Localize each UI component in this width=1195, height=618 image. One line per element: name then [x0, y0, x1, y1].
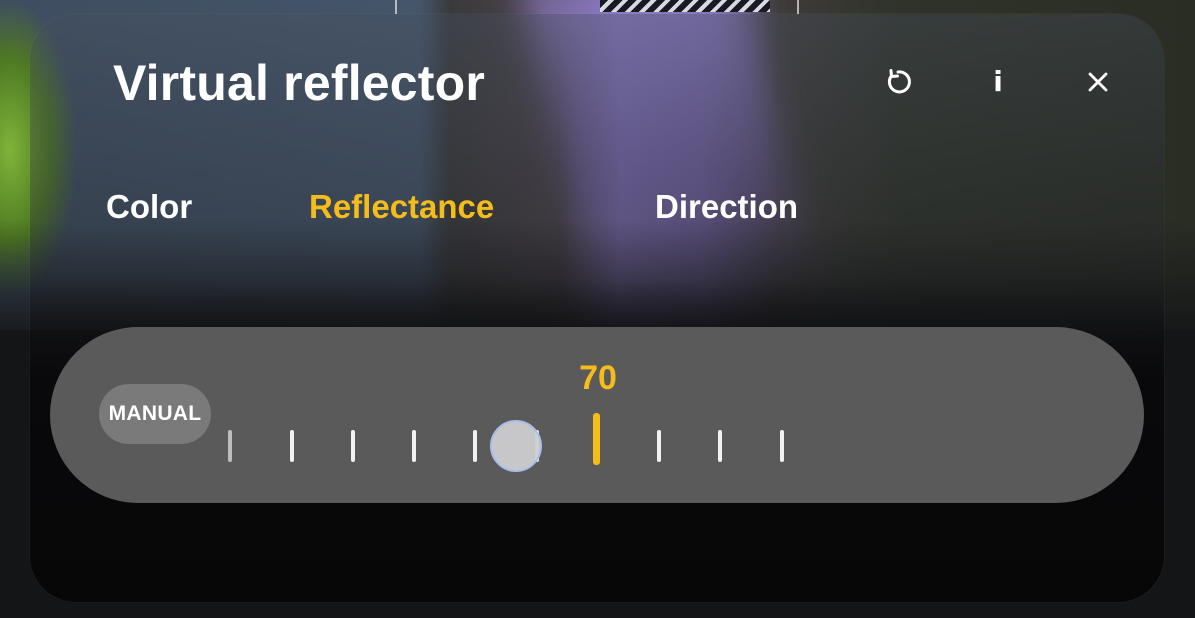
- manual-mode-button[interactable]: MANUAL: [99, 384, 211, 444]
- info-button[interactable]: i: [976, 60, 1020, 104]
- tab-color[interactable]: Color: [106, 188, 192, 226]
- slider-tick: [228, 430, 232, 462]
- close-button[interactable]: [1076, 60, 1120, 104]
- slider-tick: [718, 430, 722, 462]
- tab-direction[interactable]: Direction: [655, 188, 798, 226]
- close-icon: [1088, 72, 1108, 92]
- slider-tick: [412, 430, 416, 462]
- camera-screen: Virtual reflector i Color Reflectance Di…: [0, 0, 1195, 618]
- tab-reflectance[interactable]: Reflectance: [309, 188, 494, 226]
- reflectance-slider[interactable]: MANUAL 70: [50, 327, 1144, 503]
- slider-thumb[interactable]: [490, 420, 542, 472]
- virtual-reflector-panel: Virtual reflector i Color Reflectance Di…: [30, 14, 1164, 602]
- reset-icon: [888, 69, 911, 94]
- preview-striped-object: [600, 0, 770, 12]
- slider-tick: [473, 430, 477, 462]
- slider-value: 70: [579, 359, 617, 397]
- slider-tick: [351, 430, 355, 462]
- slider-tick: [780, 430, 784, 462]
- slider-tick: [657, 430, 661, 462]
- info-icon: i: [993, 65, 1003, 98]
- panel-title: Virtual reflector: [113, 55, 486, 111]
- slider-tick: [290, 430, 294, 462]
- slider-tick-current: [593, 413, 600, 465]
- reset-button[interactable]: [876, 60, 920, 104]
